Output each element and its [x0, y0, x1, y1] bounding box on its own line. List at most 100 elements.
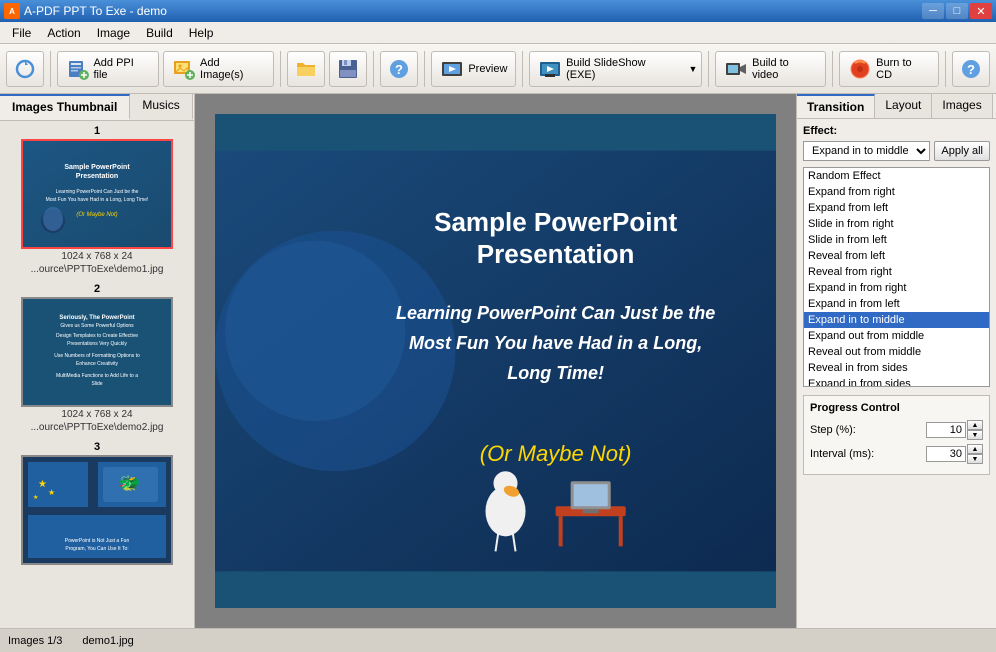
transitions-list[interactable]: Random Effect Expand from right Expand f… [803, 167, 990, 387]
save-icon [336, 57, 360, 81]
svg-text:Presentations Very Quickly: Presentations Very Quickly [67, 341, 127, 347]
preview-button[interactable]: Preview [431, 51, 516, 87]
save-button[interactable] [329, 51, 367, 87]
interval-spinner-buttons: ▲ ▼ [967, 444, 983, 464]
tab-images[interactable]: Images [932, 94, 992, 118]
svg-text:★: ★ [48, 488, 55, 497]
transition-expand-in-right[interactable]: Expand in from right [804, 280, 989, 296]
step-input[interactable] [926, 422, 966, 438]
svg-text:Learning PowerPoint Can Just b: Learning PowerPoint Can Just be the [56, 189, 139, 195]
svg-text:Presentation: Presentation [76, 173, 118, 180]
toolbar: Add PPI file Add Image(s) ? Preview [0, 44, 996, 94]
transition-reveal-right[interactable]: Reveal from right [804, 264, 989, 280]
refresh-icon [13, 57, 37, 81]
menu-image[interactable]: Image [89, 24, 138, 42]
svg-text:Design Templates to Create Eff: Design Templates to Create Effective [56, 333, 138, 339]
burn-cd-label: Burn to CD [876, 57, 930, 81]
transition-expand-out-middle[interactable]: Expand out from middle [804, 328, 989, 344]
step-down-button[interactable]: ▼ [967, 430, 983, 440]
transition-reveal-out-middle[interactable]: Reveal out from middle [804, 344, 989, 360]
thumbnail-info-1a: 1024 x 768 x 24 [4, 251, 190, 262]
toolbar-separator-3 [373, 51, 374, 87]
thumbnails-area[interactable]: 1 Sample PowerPoint Presentation Learnin… [0, 121, 194, 628]
step-up-button[interactable]: ▲ [967, 420, 983, 430]
step-spinner: ▲ ▼ [926, 420, 983, 440]
status-filename: demo1.jpg [82, 635, 133, 647]
app-title: A-PDF PPT To Exe - demo [24, 4, 167, 18]
interval-input[interactable] [926, 446, 966, 462]
menu-file[interactable]: File [4, 24, 39, 42]
burn-cd-button[interactable]: Burn to CD [839, 51, 939, 87]
maximize-button[interactable]: □ [946, 3, 968, 19]
menu-help[interactable]: Help [181, 24, 222, 42]
right-tabs: Transition Layout Images [797, 94, 996, 119]
preview-label: Preview [468, 63, 507, 75]
add-image-icon [172, 57, 196, 81]
svg-text:(Or Maybe Not): (Or Maybe Not) [480, 441, 632, 466]
svg-text:🐲: 🐲 [119, 473, 141, 493]
thumbnail-img-1[interactable]: Sample PowerPoint Presentation Learning … [21, 139, 173, 249]
left-panel: Images Thumbnail Musics 1 Sample PowerPo… [0, 94, 195, 628]
close-button[interactable]: ✕ [970, 3, 992, 19]
toolbar-separator-2 [280, 51, 281, 87]
toolbar-separator-8 [945, 51, 946, 87]
svg-text:Slide: Slide [91, 381, 102, 387]
tab-layout[interactable]: Layout [875, 94, 932, 118]
menu-build[interactable]: Build [138, 24, 181, 42]
add-ppi-button[interactable]: Add PPI file [57, 51, 160, 87]
effect-dropdown[interactable]: Expand in to middle [803, 141, 930, 161]
add-image-label: Add Image(s) [200, 57, 265, 81]
transition-expand-right[interactable]: Expand from right [804, 184, 989, 200]
thumbnail-item-3[interactable]: 3 PowerPoint is Not Just a Fun Program, … [4, 441, 190, 565]
svg-text:Use Numbers of Formatting Opti: Use Numbers of Formatting Options to [54, 353, 140, 359]
svg-text:Learning PowerPoint Can Just b: Learning PowerPoint Can Just be the [396, 303, 715, 323]
interval-down-button[interactable]: ▼ [967, 454, 983, 464]
build-video-button[interactable]: Build to video [715, 51, 826, 87]
tab-images-thumbnail[interactable]: Images Thumbnail [0, 94, 130, 120]
toolbar-separator-5 [522, 51, 523, 87]
effect-label: Effect: [803, 125, 990, 137]
right-content: Effect: Expand in to middle Apply all Ra… [797, 119, 996, 628]
preview-icon [440, 57, 464, 81]
app-icon: A [4, 3, 20, 19]
interval-up-button[interactable]: ▲ [967, 444, 983, 454]
menu-action[interactable]: Action [39, 24, 88, 42]
svg-text:Seriously, The PowerPoint: Seriously, The PowerPoint [59, 315, 134, 321]
help-button[interactable]: ? [952, 51, 990, 87]
thumbnail-img-3[interactable]: PowerPoint is Not Just a Fun Program, Yo… [21, 455, 173, 565]
transition-slide-left[interactable]: Slide in from left [804, 232, 989, 248]
thumbnail-num-1: 1 [4, 125, 190, 137]
transition-expand-in-sides[interactable]: Expand in from sides [804, 376, 989, 387]
help-icon: ? [959, 57, 983, 81]
folder-icon [294, 57, 318, 81]
transition-expand-left[interactable]: Expand from left [804, 200, 989, 216]
build-slideshow-label: Build SlideShow (EXE) [566, 57, 676, 81]
folder-button[interactable] [287, 51, 325, 87]
tab-transition[interactable]: Transition [797, 94, 875, 118]
status-bar: Images 1/3 demo1.jpg [0, 628, 996, 652]
thumbnail-img-2[interactable]: Seriously, The PowerPoint Gives us Some … [21, 297, 173, 407]
transition-reveal-in-sides[interactable]: Reveal in from sides [804, 360, 989, 376]
effect-row: Expand in to middle Apply all [803, 141, 990, 161]
thumbnail-item-2[interactable]: 2 Seriously, The PowerPoint Gives us Som… [4, 283, 190, 433]
svg-text:Program, You Can Use It To:: Program, You Can Use It To: [65, 546, 128, 552]
refresh-button[interactable] [6, 51, 44, 87]
help-small-button[interactable]: ? [380, 51, 418, 87]
thumbnail-item-1[interactable]: 1 Sample PowerPoint Presentation Learnin… [4, 125, 190, 275]
svg-text:?: ? [395, 62, 403, 77]
transition-random-effect[interactable]: Random Effect [804, 168, 989, 184]
transition-reveal-left[interactable]: Reveal from left [804, 248, 989, 264]
transition-expand-in-left[interactable]: Expand in from left [804, 296, 989, 312]
transition-slide-right[interactable]: Slide in from right [804, 216, 989, 232]
svg-text:(Or Maybe Not): (Or Maybe Not) [76, 212, 117, 218]
transition-expand-in-middle[interactable]: Expand in to middle [804, 312, 989, 328]
step-spinner-buttons: ▲ ▼ [967, 420, 983, 440]
add-image-button[interactable]: Add Image(s) [163, 51, 274, 87]
svg-text:Enhance Creativity: Enhance Creativity [76, 361, 118, 367]
build-slideshow-icon [538, 57, 562, 81]
minimize-button[interactable]: ─ [922, 3, 944, 19]
build-slideshow-dropdown[interactable]: ▼ [684, 51, 702, 87]
build-slideshow-button[interactable]: Build SlideShow (EXE) [529, 51, 684, 87]
apply-all-button[interactable]: Apply all [934, 141, 990, 161]
tab-musics[interactable]: Musics [130, 94, 192, 120]
